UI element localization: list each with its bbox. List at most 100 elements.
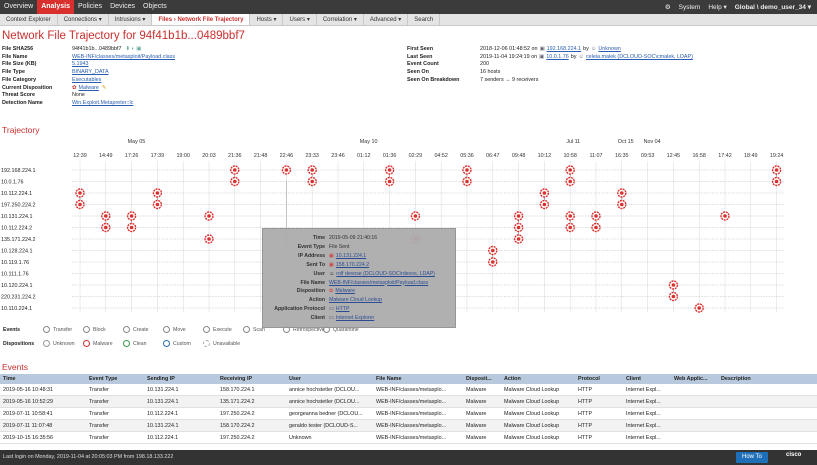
column-header[interactable]: Event Type bbox=[86, 374, 144, 384]
host-label[interactable]: 10.110.224.1 bbox=[1, 306, 32, 312]
malware-marker[interactable] bbox=[101, 222, 111, 233]
host-label[interactable]: 10.131.224.1 bbox=[1, 214, 32, 220]
popup-value-text[interactable]: 158.170.224.2 bbox=[336, 262, 369, 268]
popup-value-text[interactable]: Malware bbox=[335, 288, 355, 294]
file-info-value[interactable]: WEB-INF/classes/metasploit/Payload.class bbox=[72, 54, 175, 62]
edit-icon[interactable]: ✎ bbox=[102, 85, 107, 93]
malware-marker[interactable] bbox=[126, 222, 137, 233]
host-link[interactable]: 10.0.1.76 bbox=[546, 54, 568, 62]
host-label[interactable]: 10.0.1.76 bbox=[1, 180, 23, 186]
subnav-item-0[interactable]: Context Explorer bbox=[0, 14, 58, 25]
system-menu[interactable]: System bbox=[679, 4, 701, 11]
legend-event-move[interactable]: Move bbox=[163, 326, 203, 333]
subnav-item-1[interactable]: Connections ▾ bbox=[58, 14, 109, 25]
host-label[interactable]: 10.119.1.76 bbox=[1, 260, 29, 266]
host-label[interactable]: 10.120.224.1 bbox=[1, 283, 32, 289]
popup-value-text[interactable]: WEB-INF/classes/metasploit/Payload.class bbox=[329, 280, 428, 286]
column-header[interactable]: User bbox=[286, 374, 373, 384]
malware-marker[interactable] bbox=[75, 199, 85, 210]
malware-marker[interactable] bbox=[384, 176, 395, 187]
subnav-item-5[interactable]: Users ▾ bbox=[283, 14, 317, 25]
topnav-policies[interactable]: Policies bbox=[74, 0, 106, 14]
malware-marker[interactable] bbox=[101, 211, 111, 221]
user-menu[interactable]: Global \ demo_user_34 ▾ bbox=[735, 3, 811, 11]
malware-marker[interactable] bbox=[488, 245, 498, 256]
malware-marker[interactable] bbox=[539, 188, 550, 198]
legend-event-execute[interactable]: Execute bbox=[203, 326, 243, 333]
malware-marker[interactable] bbox=[230, 176, 240, 187]
column-header[interactable]: Client bbox=[623, 374, 671, 384]
malware-marker[interactable] bbox=[152, 188, 163, 198]
host-label[interactable]: 10.112.224.2 bbox=[1, 226, 32, 232]
malware-marker[interactable] bbox=[384, 165, 395, 175]
legend-disposition-unavailable[interactable]: Unavailable bbox=[203, 340, 243, 347]
legend-event-block[interactable]: Block bbox=[83, 326, 123, 333]
malware-marker[interactable] bbox=[126, 211, 137, 221]
malware-marker[interactable] bbox=[591, 222, 601, 233]
file-info-value[interactable]: Malware bbox=[79, 85, 99, 93]
malware-marker[interactable] bbox=[462, 176, 472, 187]
malware-marker[interactable] bbox=[720, 211, 730, 221]
malware-marker[interactable] bbox=[75, 188, 85, 198]
host-label[interactable]: 10.128.224.1 bbox=[1, 249, 32, 255]
notification-icon[interactable]: ⚙ bbox=[665, 3, 671, 11]
column-header[interactable]: Action bbox=[501, 374, 575, 384]
how-to-button[interactable]: How To bbox=[736, 452, 768, 463]
malware-marker[interactable] bbox=[410, 211, 421, 221]
legend-event-transfer[interactable]: Transfer bbox=[43, 326, 83, 333]
table-row[interactable]: 2019-05-16 10:48:31 Transfer 10.131.224.1 1… bbox=[0, 384, 817, 396]
popup-value-text[interactable]: 10.131.224.1 bbox=[336, 253, 366, 259]
malware-marker[interactable] bbox=[281, 165, 292, 175]
malware-marker[interactable] bbox=[230, 165, 240, 175]
table-row[interactable]: 2019-07-11 10:58:41 Transfer 10.112.224.1 1… bbox=[0, 408, 817, 420]
file-info-value[interactable]: BINARY_DATA bbox=[72, 69, 109, 77]
malware-marker[interactable] bbox=[591, 211, 601, 221]
column-header[interactable]: Receiving IP bbox=[217, 374, 286, 384]
malware-marker[interactable] bbox=[204, 234, 214, 244]
file-action-icons[interactable]: ⬇ ◐ ▣ bbox=[125, 46, 141, 54]
subnav-item-7[interactable]: Advanced ▾ bbox=[364, 14, 409, 25]
help-menu[interactable]: Help ▾ bbox=[708, 3, 726, 11]
file-info-value[interactable]: Win.Exploit.Metapreter::lc bbox=[72, 100, 133, 108]
malware-marker[interactable] bbox=[771, 176, 782, 187]
popup-value-text[interactable]: HTTP bbox=[336, 306, 350, 312]
popup-value-text[interactable]: rolf devose (DCLOUD-SOC\rdevos, LDAP) bbox=[336, 271, 435, 277]
host-label[interactable]: 10.112.224.1 bbox=[1, 191, 32, 197]
malware-marker[interactable] bbox=[307, 176, 317, 187]
malware-marker[interactable] bbox=[617, 188, 627, 198]
malware-marker[interactable] bbox=[668, 291, 679, 302]
malware-marker[interactable] bbox=[152, 199, 163, 210]
user-link[interactable]: Unknown bbox=[598, 46, 620, 54]
host-link[interactable]: 192.168.224.1 bbox=[547, 46, 581, 54]
host-label[interactable]: 220.231.224.2 bbox=[1, 295, 35, 301]
subnav-item-3[interactable]: Files › Network File Trajectory bbox=[152, 14, 251, 25]
legend-disposition-clean[interactable]: Clean bbox=[123, 340, 163, 347]
malware-marker[interactable] bbox=[565, 222, 575, 233]
malware-marker[interactable] bbox=[771, 165, 782, 175]
popup-value-text[interactable]: Malware Cloud Lookup bbox=[329, 297, 382, 303]
legend-disposition-unknown[interactable]: Unknown bbox=[43, 340, 83, 347]
column-header[interactable]: File Name bbox=[373, 374, 463, 384]
topnav-objects[interactable]: Objects bbox=[139, 0, 171, 14]
topnav-analysis[interactable]: Analysis bbox=[37, 0, 74, 14]
malware-marker[interactable] bbox=[307, 165, 317, 175]
user-link[interactable]: celeia.malek (DCLOUD-SOC\cmalek, LDAP) bbox=[586, 54, 693, 62]
subnav-item-2[interactable]: Intrusions ▾ bbox=[109, 14, 153, 25]
table-row[interactable]: 2019-10-15 16:35:56 Transfer 10.112.224.1 1… bbox=[0, 432, 817, 444]
column-header[interactable]: Protocol bbox=[575, 374, 623, 384]
column-header[interactable]: Web Applic... bbox=[671, 374, 718, 384]
subnav-item-6[interactable]: Correlation ▾ bbox=[317, 14, 364, 25]
malware-marker[interactable] bbox=[617, 199, 627, 210]
subnav-item-8[interactable]: Search bbox=[408, 14, 441, 25]
legend-disposition-custom[interactable]: Custom bbox=[163, 340, 203, 347]
malware-marker[interactable] bbox=[204, 211, 214, 221]
malware-marker[interactable] bbox=[488, 257, 498, 267]
malware-marker[interactable] bbox=[513, 234, 524, 244]
popup-value-text[interactable]: Internet Explorer bbox=[336, 315, 374, 321]
table-row[interactable]: 2019-05-16 10:52:29 Transfer 10.131.224.1 1… bbox=[0, 396, 817, 408]
host-label[interactable]: 197.250.224.2 bbox=[1, 203, 35, 209]
file-info-value[interactable]: 5.1943 bbox=[72, 61, 89, 69]
host-label[interactable]: 135.171.224.2 bbox=[1, 237, 35, 243]
malware-marker[interactable] bbox=[513, 222, 524, 233]
topnav-overview[interactable]: Overview bbox=[0, 0, 37, 14]
